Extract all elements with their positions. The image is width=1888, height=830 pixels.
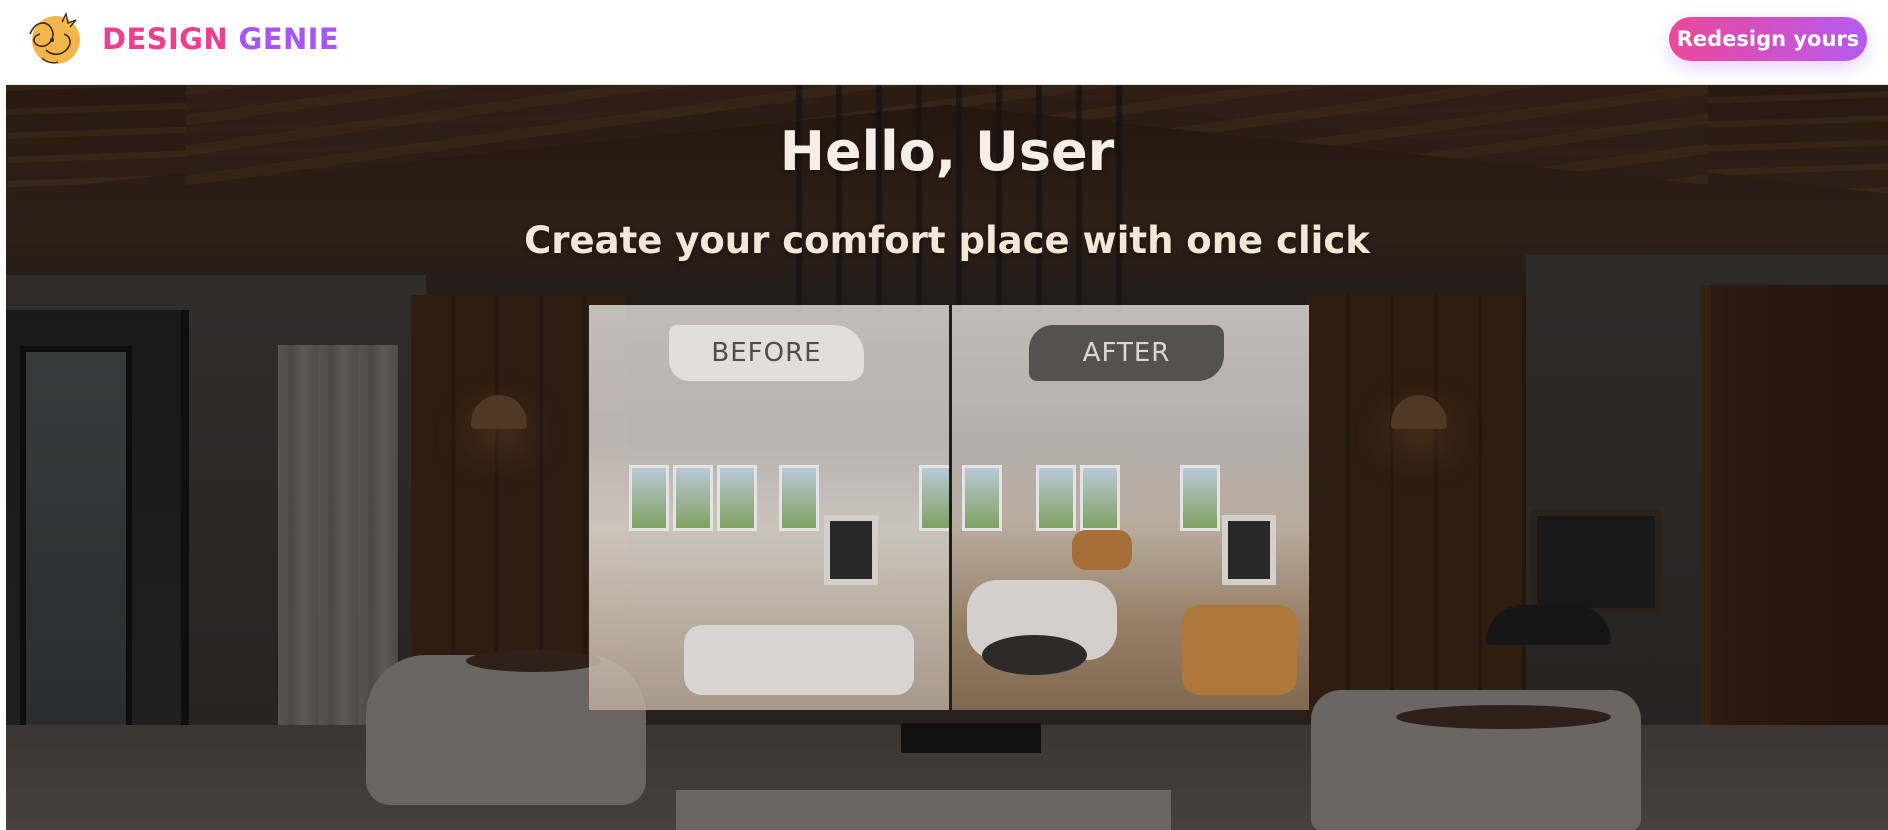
hero-subtitle: Create your comfort place with one click	[524, 219, 1370, 262]
before-window	[717, 465, 757, 531]
before-after-comparison: BEFORE AFTER	[589, 305, 1309, 710]
after-window	[1180, 465, 1220, 531]
genie-lamp-logo-icon[interactable]	[22, 10, 84, 68]
hero-section: Hello, User Create your comfort place wi…	[6, 85, 1888, 830]
before-window	[673, 465, 713, 531]
after-fireplace	[1222, 515, 1276, 585]
after-coffee-table	[982, 635, 1087, 675]
after-window	[962, 465, 1002, 531]
page: DESIGN GENIE Redesign yours Hello, User …	[6, 0, 1888, 830]
before-fireplace	[824, 515, 878, 585]
after-label: AFTER	[1029, 325, 1224, 381]
hero-title: Hello, User	[779, 120, 1115, 183]
brand-name[interactable]: DESIGN GENIE	[102, 20, 339, 58]
after-armchair	[1072, 530, 1132, 570]
after-window	[1080, 465, 1120, 531]
after-window	[1036, 465, 1076, 531]
brand-word-design: DESIGN	[102, 22, 229, 56]
before-sofa	[684, 625, 914, 695]
before-window	[629, 465, 669, 531]
top-header: DESIGN GENIE Redesign yours	[6, 0, 1888, 85]
brand-word-genie: GENIE	[238, 22, 340, 56]
comparison-divider[interactable]	[949, 305, 952, 710]
redesign-yours-button[interactable]: Redesign yours	[1669, 17, 1867, 61]
after-armchair	[1182, 605, 1297, 695]
logo-svg	[29, 11, 80, 64]
before-window	[779, 465, 819, 531]
before-label: BEFORE	[669, 325, 864, 381]
